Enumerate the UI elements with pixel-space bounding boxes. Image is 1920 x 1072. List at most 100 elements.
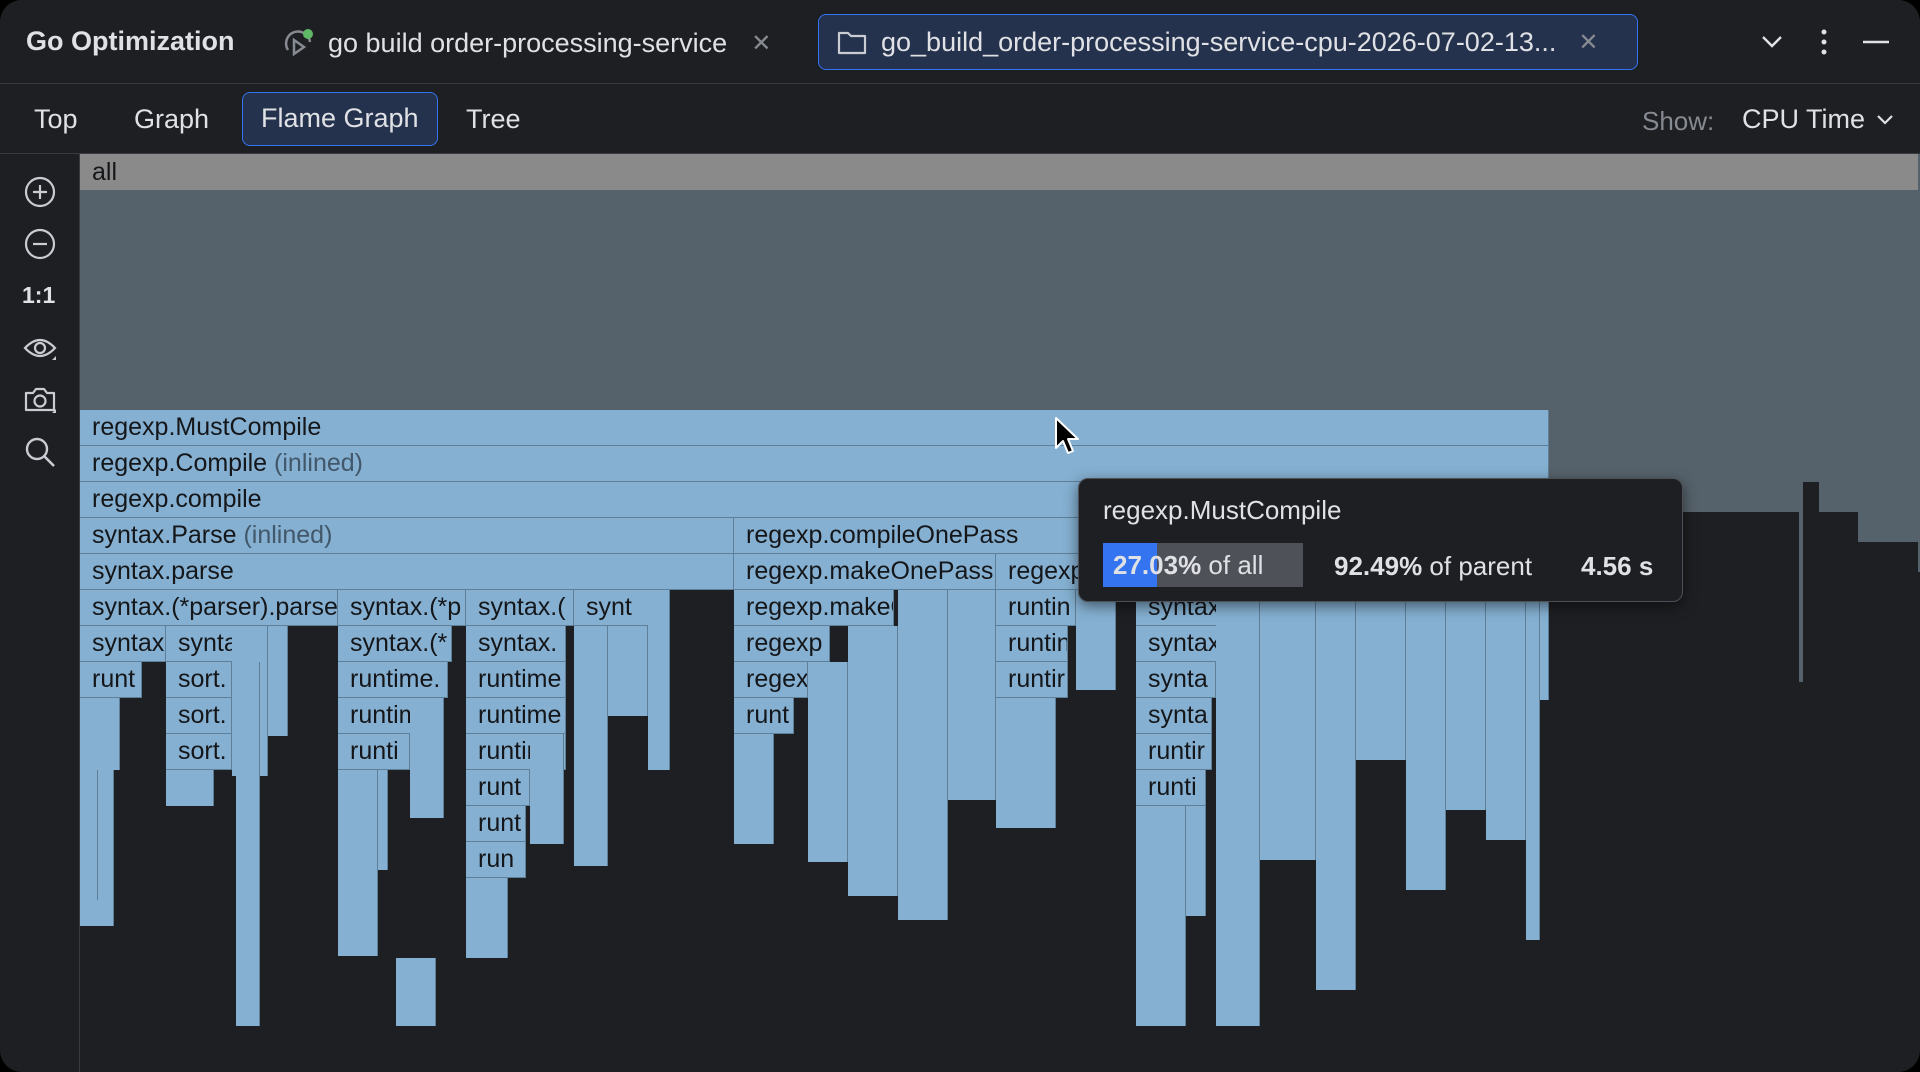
flame-frame-deep[interactable] (466, 878, 508, 958)
flame-frame-deep[interactable] (1076, 590, 1116, 690)
chevron-down-icon (1877, 114, 1893, 125)
minimize-icon[interactable] (1860, 26, 1892, 58)
tab-tree[interactable]: Tree (448, 92, 539, 146)
flame-frame-deep[interactable] (378, 770, 388, 870)
flame-frame[interactable]: runtir (996, 662, 1068, 698)
flame-frame[interactable]: runtin (996, 590, 1076, 626)
show-label: Show: (1642, 106, 1715, 136)
flame-frame[interactable]: runt (466, 770, 530, 806)
tab-profile-snapshot[interactable]: go_build_order-processing-service-cpu-20… (818, 14, 1638, 70)
flame-frame[interactable]: syntax.(*p (338, 590, 466, 626)
flame-frame-deep[interactable] (1216, 590, 1260, 1026)
flame-frame-deep[interactable] (1486, 590, 1526, 840)
flame-frame-deep[interactable] (1136, 806, 1186, 1026)
show-metric-select[interactable]: CPU Time (1742, 104, 1895, 135)
flame-frame-deep[interactable] (236, 662, 260, 1026)
flame-frame-deep[interactable] (1540, 590, 1549, 700)
flame-frame[interactable]: regexp.Compile (inlined) (80, 446, 1549, 482)
flame-frame-deep[interactable] (80, 698, 120, 770)
flame-frame[interactable]: synta (1136, 662, 1216, 698)
flame-frame-deep[interactable] (1186, 806, 1206, 916)
flame-frame[interactable]: synta (166, 626, 236, 662)
flame-frame[interactable]: runt (80, 662, 142, 698)
camera-icon[interactable] (22, 382, 58, 418)
view-toolbar: Top Graph Flame Graph Tree Show: CPU Tim… (0, 84, 1920, 154)
flame-frame-deep[interactable] (268, 626, 288, 736)
flame-frame-deep[interactable] (1406, 590, 1446, 890)
flame-frame-deep[interactable] (1446, 590, 1486, 810)
flame-frame[interactable]: regexp (734, 626, 830, 662)
flame-frame-deep[interactable] (1526, 590, 1540, 940)
flame-other-region (1782, 334, 1796, 410)
flame-frame[interactable]: regex (734, 662, 808, 698)
flame-frame-deep[interactable] (338, 770, 378, 956)
tab-run-config[interactable]: go build order-processing-service ✕ (282, 24, 771, 62)
flame-frame[interactable]: syntax.Parse (inlined) (80, 518, 734, 554)
flame-frame[interactable]: runtir (1136, 734, 1212, 770)
flame-frame[interactable]: regexp.makeOnePass (734, 554, 996, 590)
flame-frame[interactable]: runtime (466, 662, 566, 698)
flame-frame[interactable]: runtime (466, 698, 566, 734)
flame-frame-deep[interactable] (948, 590, 996, 800)
flame-frame[interactable]: regexp.makeO (734, 590, 894, 626)
flame-frame[interactable]: runti (338, 734, 410, 770)
flame-background (80, 154, 1920, 410)
flame-frame-deep[interactable] (1260, 590, 1316, 860)
zoom-out-icon[interactable] (22, 226, 58, 262)
app-title: Go Optimization (26, 26, 235, 56)
flame-frame-deep[interactable] (166, 770, 214, 806)
more-vertical-icon[interactable] (1808, 26, 1840, 58)
flame-frame-deep[interactable] (410, 698, 444, 818)
flame-frame[interactable]: syntax (80, 626, 166, 662)
flame-frame-deep[interactable] (808, 662, 848, 862)
flame-frame[interactable]: sort. (166, 734, 232, 770)
search-icon[interactable] (22, 434, 58, 470)
flame-frame[interactable]: sort. (166, 698, 232, 734)
tab-graph[interactable]: Graph (116, 92, 227, 146)
eye-icon[interactable] (22, 330, 58, 366)
flame-frame-deep[interactable] (1356, 590, 1406, 760)
flame-graph[interactable]: all regexp.MustCompile regexp.Compile (i… (80, 154, 1920, 1072)
flame-frame-deep[interactable] (94, 770, 98, 900)
flame-frame[interactable]: run (466, 842, 526, 878)
chevron-down-icon[interactable] (1756, 26, 1788, 58)
folder-icon (837, 31, 867, 55)
tab-top[interactable]: Top (16, 92, 96, 146)
flame-frame[interactable]: runti (1136, 770, 1206, 806)
flame-other-region (1870, 304, 1920, 410)
flame-frame-deep[interactable] (898, 590, 948, 920)
flame-frame[interactable]: synta (1136, 698, 1212, 734)
flame-frame[interactable]: syntax. (466, 626, 566, 662)
tooltip-percent-of-parent: 92.49% of parent (1334, 551, 1533, 581)
profiler-window: Go Optimization go build order-processin… (0, 0, 1920, 1072)
tab-flame-graph[interactable]: Flame Graph (242, 92, 438, 146)
flame-frame-deep[interactable] (996, 698, 1056, 828)
flame-frame-deep[interactable] (396, 958, 436, 1026)
flame-frame-deep[interactable] (530, 734, 564, 844)
flame-frame-deep[interactable] (608, 626, 648, 716)
mouse-cursor-icon (1055, 417, 1079, 454)
close-icon[interactable]: ✕ (751, 29, 771, 58)
flame-frame[interactable]: sort. (166, 662, 232, 698)
flame-frame[interactable]: runtin (996, 626, 1068, 662)
flame-frame[interactable]: regexp.MustCompile (80, 410, 1549, 446)
flame-frame[interactable]: runt (466, 806, 526, 842)
flame-frame[interactable]: runt (734, 698, 794, 734)
flame-frame[interactable]: syntax.(*parser).parse (80, 590, 338, 626)
flame-frame[interactable]: syntax.(* (338, 626, 452, 662)
zoom-reset-button[interactable]: 1:1 (22, 282, 55, 309)
flame-frame-deep[interactable] (574, 626, 608, 866)
run-config-icon (284, 29, 313, 57)
tooltip-time: 4.56 s (1581, 551, 1654, 581)
flame-frame[interactable]: syntax.( (466, 590, 574, 626)
flame-other-region (1776, 410, 1836, 482)
close-icon[interactable]: ✕ (1578, 28, 1598, 57)
flame-frame-deep[interactable] (848, 626, 898, 896)
flame-frame-deep[interactable] (1316, 590, 1356, 990)
flame-frame-deep[interactable] (648, 590, 670, 770)
flame-frame[interactable]: syntax.parse (80, 554, 734, 590)
flame-root-frame[interactable]: all (80, 154, 1918, 190)
flame-frame[interactable]: runtime. (338, 662, 448, 698)
flame-frame-deep[interactable] (734, 734, 774, 844)
zoom-in-icon[interactable] (22, 174, 58, 210)
